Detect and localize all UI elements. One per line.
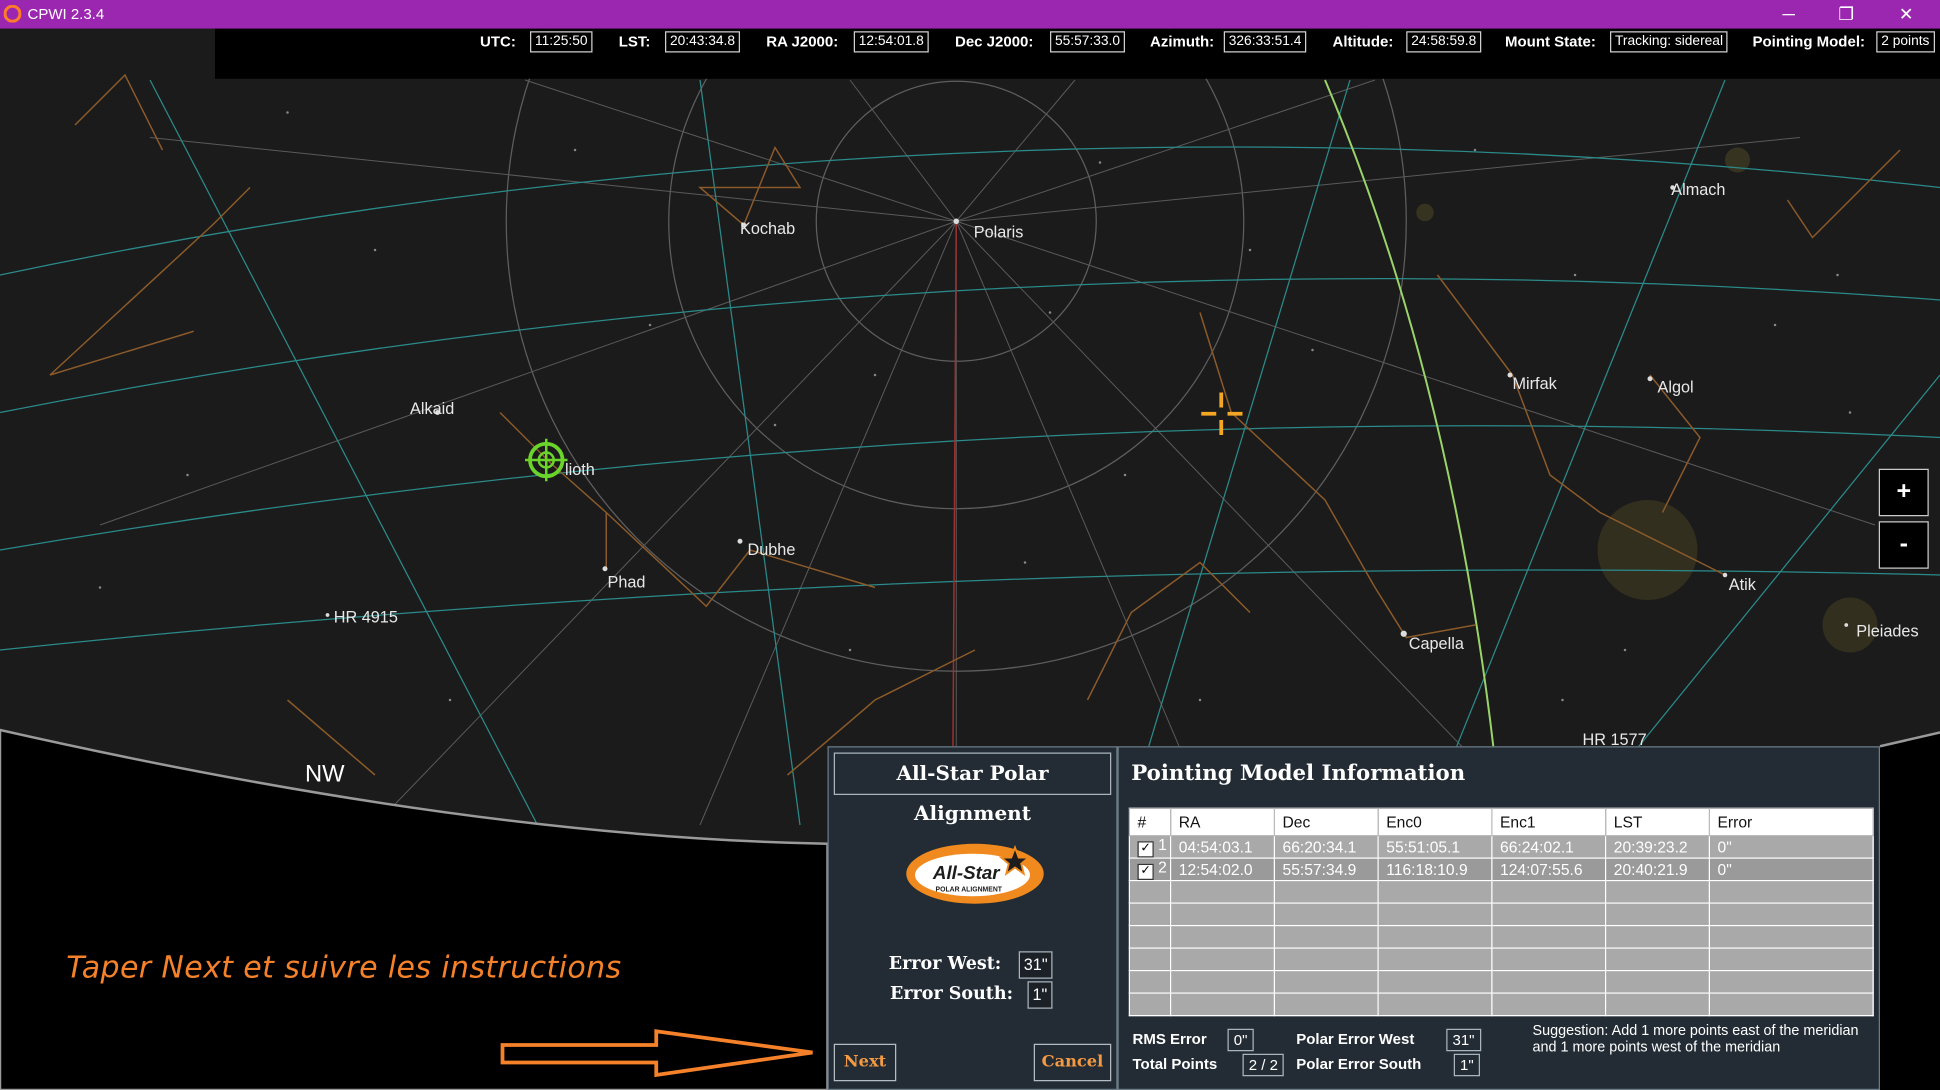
- star-label-dubhe: Dubhe: [747, 540, 796, 559]
- cell-enc0: 55:51:05.1: [1377, 835, 1493, 859]
- zoom-in-button[interactable]: +: [1878, 468, 1929, 517]
- rms-error-value: 0": [1227, 1028, 1254, 1052]
- mount-state-value: Tracking: sidereal: [1610, 31, 1729, 53]
- utc-label: UTC:: [480, 32, 516, 51]
- rms-error-label: RMS Error: [1132, 1030, 1207, 1048]
- col-header-num: #: [1128, 807, 1172, 837]
- star-label-mirfak: Mirfak: [1512, 373, 1557, 393]
- star-label-almach: Almach: [1671, 180, 1726, 199]
- col-header-lst: LST: [1605, 807, 1710, 837]
- pointing-model-title: Pointing Model Information: [1131, 761, 1466, 787]
- title-bar: CPWI 2.3.4 ─ ❐ ✕: [0, 0, 1940, 29]
- polar-alignment-panel: All-Star Polar Alignment All-Star POLAR …: [827, 746, 1118, 1090]
- col-header-dec: Dec: [1273, 807, 1379, 837]
- pointing-model-value: 2 points: [1876, 31, 1935, 53]
- altitude-label: Altitude:: [1332, 32, 1394, 51]
- compass-direction-nw: NW: [305, 761, 345, 788]
- table-row[interactable]: ✓ 1 04:54:03.1 66:20:34.1 55:51:05.1 66:…: [1128, 835, 1874, 859]
- cancel-button[interactable]: Cancel: [1033, 1043, 1112, 1082]
- star-label-pleiades: Pleiades: [1856, 621, 1919, 640]
- table-header-row: # RA Dec Enc0 Enc1 LST Error: [1128, 807, 1874, 837]
- cell-dec: 66:20:34.1: [1273, 835, 1379, 859]
- polar-error-west-value: 31": [1446, 1028, 1481, 1052]
- pointing-model-table: # RA Dec Enc0 Enc1 LST Error ✓ 1 04:54:0…: [1128, 807, 1874, 1017]
- polar-error-south-label: Polar Error South: [1296, 1055, 1422, 1073]
- star-label-alioth: lioth: [565, 460, 595, 479]
- cell-error: 0": [1708, 857, 1874, 882]
- cell-lst: 20:39:23.2: [1605, 835, 1710, 859]
- cell-enc0: 116:18:10.9: [1377, 857, 1493, 882]
- logo-subtext: POLAR ALIGNMENT: [936, 886, 1003, 893]
- lst-label: LST:: [618, 32, 651, 51]
- ra-value: 12:54:01.8: [853, 31, 929, 53]
- next-button[interactable]: Next: [833, 1043, 897, 1082]
- empty-row: [1128, 880, 1874, 904]
- row-checkbox[interactable]: ✓: [1137, 863, 1154, 880]
- instruction-text: Taper Next et suivre les instructions: [66, 950, 622, 985]
- all-star-logo-icon: All-Star POLAR ALIGNMENT: [906, 843, 1044, 904]
- star-label-phad: Phad: [607, 572, 646, 592]
- polar-error-west-label: Polar Error West: [1296, 1030, 1415, 1048]
- logo-text: All-Star: [932, 862, 1001, 883]
- col-header-ra: RA: [1170, 807, 1275, 837]
- star-label-hr4915: HR 4915: [333, 607, 398, 627]
- total-points-label: Total Points: [1132, 1055, 1218, 1073]
- altitude-value: 24:58:59.8: [1406, 31, 1482, 53]
- empty-row: [1128, 992, 1874, 1017]
- total-points-value: 2 / 2: [1242, 1053, 1285, 1077]
- cell-ra: 12:54:02.0: [1170, 857, 1275, 882]
- cell-dec: 55:57:34.9: [1273, 857, 1379, 882]
- minimize-button[interactable]: ─: [1760, 0, 1818, 29]
- cell-enc1: 66:24:02.1: [1491, 835, 1607, 859]
- pointing-model-panel: Pointing Model Information # RA Dec Enc0…: [1117, 746, 1880, 1090]
- pointing-model-label: Pointing Model:: [1752, 32, 1865, 51]
- restore-button[interactable]: ❐: [1818, 0, 1876, 29]
- polar-alignment-title: All-Star Polar Alignment: [833, 752, 1112, 825]
- star-label-kochab: Kochab: [740, 218, 796, 238]
- row-number: 2: [1158, 858, 1167, 877]
- empty-row: [1128, 925, 1874, 949]
- ra-label: RA J2000:: [766, 32, 839, 51]
- cell-enc1: 124:07:55.6: [1491, 857, 1607, 882]
- utc-value: 11:25:50: [530, 31, 593, 53]
- col-header-enc1: Enc1: [1491, 807, 1607, 837]
- row-checkbox[interactable]: ✓: [1137, 841, 1154, 858]
- table-row[interactable]: ✓ 2 12:54:02.0 55:57:34.9 116:18:10.9 12…: [1128, 857, 1874, 882]
- window-title: CPWI 2.3.4: [27, 5, 105, 23]
- lst-value: 20:43:34.8: [665, 31, 740, 53]
- star-label-atik: Atik: [1728, 575, 1756, 594]
- error-west-value: 31": [1018, 951, 1053, 979]
- cell-ra: 04:54:03.1: [1170, 835, 1275, 859]
- empty-row: [1128, 947, 1874, 972]
- suggestion-text: Suggestion: Add 1 more points east of th…: [1532, 1023, 1859, 1055]
- zoom-out-button[interactable]: -: [1878, 521, 1929, 569]
- col-header-enc0: Enc0: [1377, 807, 1493, 837]
- empty-row: [1128, 970, 1874, 994]
- dec-value: 55:57:33.0: [1050, 31, 1125, 53]
- star-label-alkaid: Alkaid: [410, 398, 455, 418]
- azimuth-value: 326:33:51.4: [1223, 31, 1307, 53]
- polar-error-south-value: 1": [1453, 1053, 1480, 1077]
- cell-error: 0": [1708, 835, 1874, 859]
- col-header-error: Error: [1708, 807, 1874, 837]
- azimuth-label: Azimuth:: [1150, 32, 1215, 51]
- star-label-capella: Capella: [1408, 633, 1464, 653]
- star-label-algol: Algol: [1657, 377, 1694, 397]
- cell-lst: 20:40:21.9: [1605, 857, 1710, 882]
- mount-state-label: Mount State:: [1505, 32, 1596, 51]
- row-number: 1: [1158, 836, 1167, 854]
- app-logo-icon: [3, 5, 22, 23]
- error-south-value: 1": [1027, 981, 1053, 1009]
- close-button[interactable]: ✕: [1878, 0, 1936, 29]
- error-south-label: Error South:: [890, 983, 1014, 1004]
- error-west-label: Error West:: [888, 953, 1002, 974]
- dec-label: Dec J2000:: [955, 32, 1034, 51]
- star-label-polaris: Polaris: [973, 222, 1024, 242]
- empty-row: [1128, 902, 1874, 927]
